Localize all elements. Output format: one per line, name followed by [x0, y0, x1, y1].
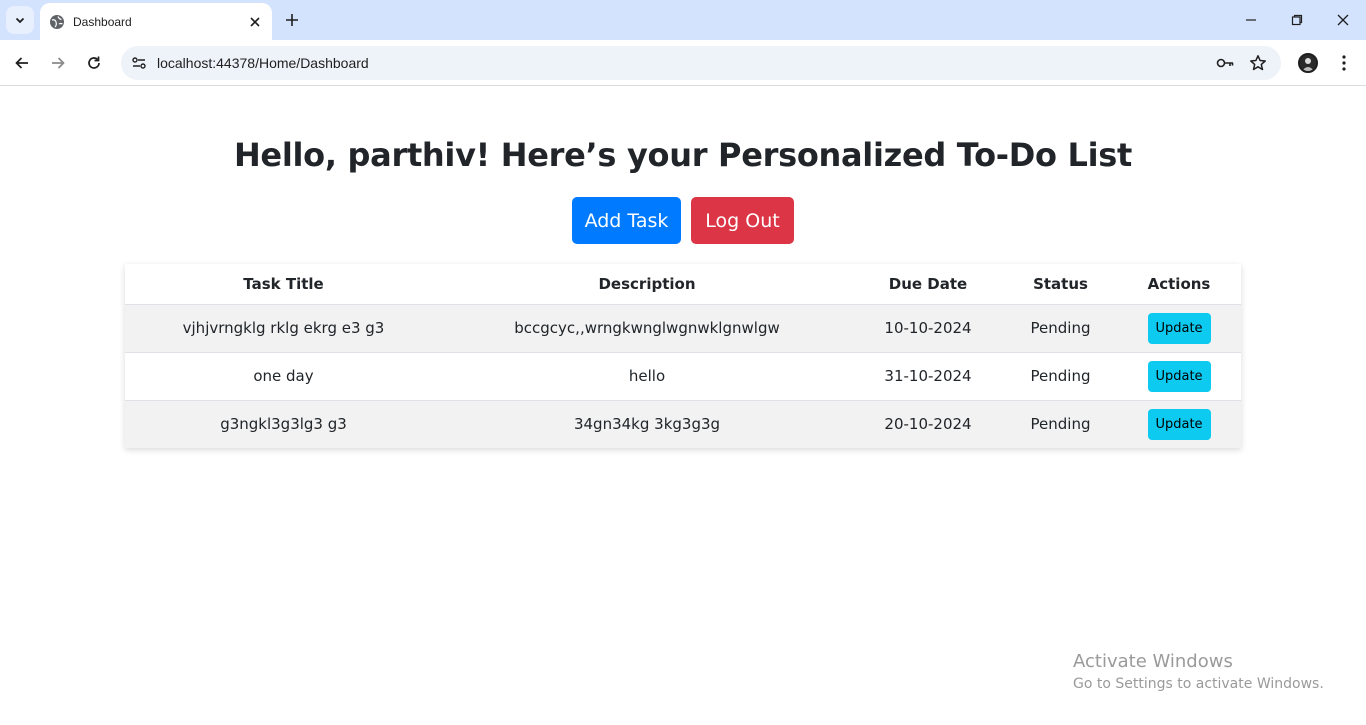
- header-description: Description: [442, 264, 852, 305]
- watermark-subtitle: Go to Settings to activate Windows.: [1073, 676, 1324, 692]
- task-table: Task Title Description Due Date Status A…: [125, 264, 1241, 448]
- table-header-row: Task Title Description Due Date Status A…: [125, 264, 1241, 305]
- restore-icon: [1291, 14, 1303, 26]
- bookmark-star-icon[interactable]: [1248, 53, 1268, 73]
- task-title-cell: vjhjvrngklg rklg ekrg e3 g3: [125, 303, 442, 352]
- task-title-cell: g3ngkl3g3lg3 g3: [125, 399, 442, 448]
- header-task-title: Task Title: [125, 264, 442, 305]
- active-tab[interactable]: Dashboard: [40, 3, 272, 40]
- table-row: g3ngkl3g3lg3 g3 34gn34kg 3kg3g3g 20-10-2…: [125, 399, 1241, 448]
- task-actions-cell: Update: [1117, 399, 1241, 448]
- update-button[interactable]: Update: [1147, 408, 1211, 440]
- page-title: Hello, parthiv! Here’s your Personalized…: [233, 136, 1133, 174]
- reload-button[interactable]: [80, 49, 108, 77]
- browser-menu-button[interactable]: [1334, 52, 1354, 74]
- task-status-cell: Pending: [1004, 303, 1117, 352]
- task-status-cell: Pending: [1004, 351, 1117, 400]
- task-description-cell: hello: [442, 351, 852, 400]
- url-text[interactable]: localhost:44378/Home/Dashboard: [157, 55, 369, 71]
- forward-button[interactable]: [44, 49, 72, 77]
- new-tab-button[interactable]: [280, 8, 304, 32]
- logout-button[interactable]: Log Out: [691, 197, 794, 244]
- watermark-title: Activate Windows: [1073, 651, 1233, 672]
- add-task-button[interactable]: Add Task: [572, 197, 681, 244]
- reload-icon: [88, 56, 100, 69]
- task-due-date-cell: 31-10-2024: [852, 351, 1004, 400]
- task-actions-cell: Update: [1117, 351, 1241, 400]
- activate-windows-watermark: Activate Windows Go to Settings to activ…: [1073, 651, 1324, 692]
- close-tab-icon[interactable]: [245, 12, 265, 32]
- task-due-date-cell: 10-10-2024: [852, 303, 1004, 352]
- task-description-cell: 34gn34kg 3kg3g3g: [442, 399, 852, 448]
- task-description-cell: bccgcyc,,wrngkwnglwgnwklgnwlgw: [442, 303, 852, 352]
- tab-title: Dashboard: [73, 14, 132, 29]
- task-status-cell: Pending: [1004, 399, 1117, 448]
- header-actions: Actions: [1117, 264, 1241, 305]
- back-button[interactable]: [8, 49, 36, 77]
- update-button[interactable]: Update: [1147, 360, 1211, 392]
- kebab-menu-icon: [1342, 55, 1346, 71]
- password-key-icon[interactable]: [1215, 53, 1235, 73]
- address-bar[interactable]: localhost:44378/Home/Dashboard: [121, 46, 1281, 80]
- close-window-button[interactable]: [1320, 0, 1366, 40]
- plus-icon: [286, 14, 298, 26]
- globe-icon: [49, 14, 65, 30]
- task-due-date-cell: 20-10-2024: [852, 399, 1004, 448]
- close-icon: [1337, 14, 1349, 26]
- task-actions-cell: Update: [1117, 303, 1241, 352]
- chevron-down-icon: [15, 17, 25, 24]
- browser-tab-bar: Dashboard: [0, 0, 1366, 40]
- header-status: Status: [1004, 264, 1117, 305]
- arrow-left-icon: [15, 57, 28, 69]
- minimize-icon: [1246, 19, 1256, 21]
- arrow-right-icon: [52, 57, 65, 69]
- minimize-button[interactable]: [1228, 0, 1274, 40]
- avatar-icon: [1302, 58, 1314, 71]
- site-info-icon[interactable]: [127, 51, 151, 75]
- task-title-cell: one day: [125, 351, 442, 400]
- page-content: Hello, parthiv! Here’s your Personalized…: [0, 87, 1366, 725]
- restore-button[interactable]: [1274, 0, 1320, 40]
- table-row: one day hello 31-10-2024 Pending Update: [125, 351, 1241, 400]
- browser-toolbar: localhost:44378/Home/Dashboard: [0, 40, 1366, 86]
- update-button[interactable]: Update: [1147, 312, 1211, 344]
- header-due-date: Due Date: [852, 264, 1004, 305]
- profile-avatar[interactable]: [1298, 53, 1318, 73]
- tab-search-button[interactable]: [6, 6, 34, 34]
- table-row: vjhjvrngklg rklg ekrg e3 g3 bccgcyc,,wrn…: [125, 303, 1241, 352]
